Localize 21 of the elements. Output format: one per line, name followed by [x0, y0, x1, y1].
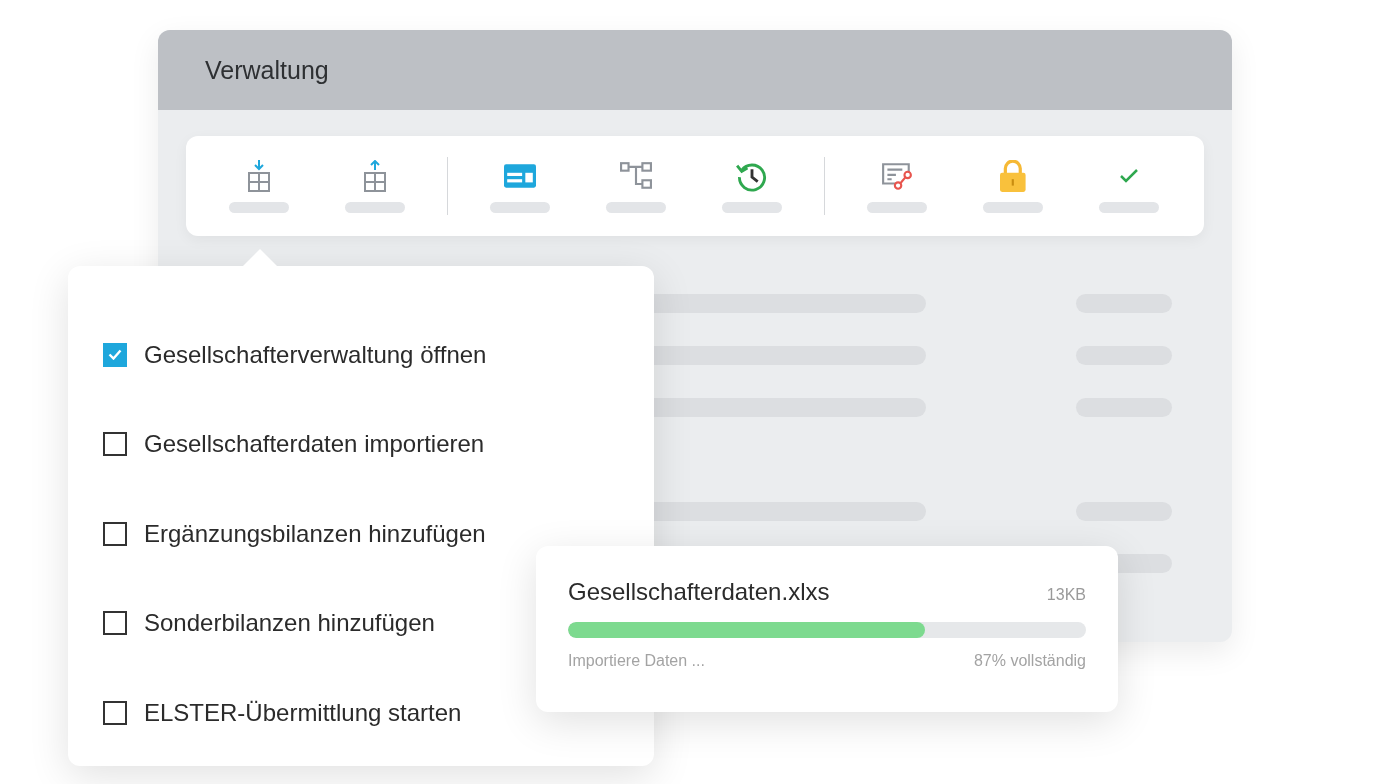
checkbox[interactable]: [103, 700, 127, 725]
checkbox[interactable]: [103, 342, 127, 367]
status-text: Importiere Daten ...: [568, 652, 705, 670]
lock-icon: [1000, 159, 1026, 192]
checkbox[interactable]: [103, 521, 127, 546]
file-name: Gesellschafterdaten.xlxs: [568, 578, 830, 606]
table-upload-icon: [364, 159, 386, 192]
progress-percent: 87% vollständig: [973, 652, 1086, 670]
checklist-label: Gesellschafterverwaltung öffnen: [144, 340, 487, 369]
check-icon: [1119, 167, 1139, 184]
checkmark-icon: [108, 349, 122, 361]
checklist-label: ELSTER-Übermittlung starten: [144, 698, 462, 727]
table-download-icon: [248, 159, 270, 192]
file-size: 13KB: [1046, 586, 1086, 604]
checklist-label: Sonderbilanzen hinzufügen: [144, 609, 435, 638]
checkbox[interactable]: [103, 611, 127, 636]
hierarchy-icon: [620, 159, 652, 192]
checklist-label: Ergänzungsbilanzen hinzufügen: [144, 519, 486, 548]
window-title: Verwaltung: [205, 55, 329, 85]
checklist-label: Gesellschafterdaten importieren: [144, 430, 485, 459]
checkbox[interactable]: [103, 432, 127, 457]
